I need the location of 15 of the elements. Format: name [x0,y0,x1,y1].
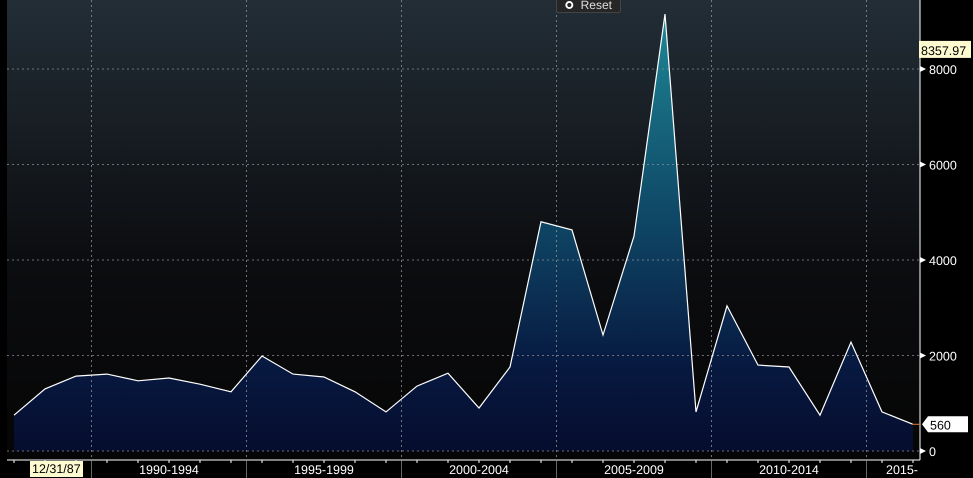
cursor-date-label: 12/31/87 [30,461,83,477]
x-tick-label: 2010-2014 [759,463,819,477]
reset-icon [565,0,574,10]
y-tick-label: 8000 [929,63,957,77]
x-tick-label: 2005-2009 [604,463,664,477]
value-label: 8357.97 [919,40,971,58]
x-tick-label: 2000-2004 [449,463,509,477]
y-tick-label: 6000 [929,158,957,172]
x-tick-label: 1990-1994 [139,463,199,477]
y-tick-label: 0 [929,445,936,460]
x-tick-label: 2015- [886,463,918,477]
reset-button[interactable]: Reset [556,0,621,13]
y-tick-label: 4000 [929,254,957,268]
x-tick-label: 1995-1999 [294,463,354,477]
y-tick-label: 2000 [929,350,957,364]
